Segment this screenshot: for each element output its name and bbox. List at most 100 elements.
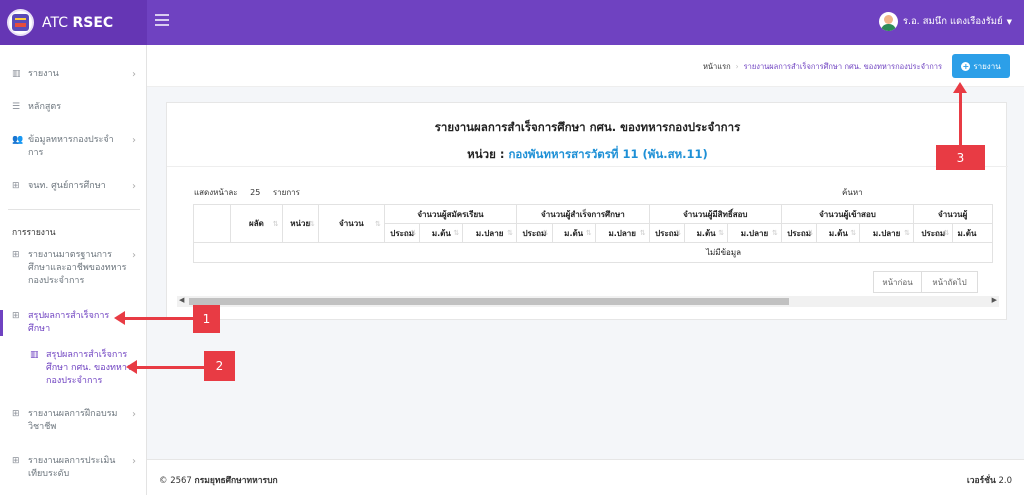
column-header-batch[interactable]: ผลัด ⇅ [230,204,283,243]
breadcrumb-current: รายงานผลการสำเร็จการศึกษา กศน. ของทหารกอ… [743,62,942,71]
column-header-unit[interactable]: หน่วย ⇅ [281,204,319,243]
page-length-control: แสดงหน้าละ 25 รายการ [194,186,300,199]
version-number: 2.0 [998,476,1012,486]
empty-row: ไม่มีข้อมูล [193,242,993,263]
copyright: © 2567 กรมยุทธศึกษาทหารบก [159,473,278,487]
brand-prefix: ATC [42,14,68,31]
sidebar-item-label: สรุปผลการสำเร็จการศึกษา กศน. ของทหารกองป… [46,350,132,386]
items-label: รายการ [272,188,300,197]
annotation-badge-2: 2 [204,351,235,381]
search-label: ค้นหา [842,188,863,197]
bar-chart-icon: ▥ [30,350,39,360]
sidebar: ▥ รายงาน › ☰ หลักสูตร 👥 ข้อมูลทหารกองประ… [0,45,147,495]
divider [8,209,140,210]
page-size-select[interactable]: 25 [250,188,260,197]
column-group-graduates: จำนวนผู้สำเร็จการศึกษา [516,204,650,224]
report-table-wrap: ผลัด ⇅ หน่วย ⇅ จำนวน ⇅ จำนวนผู้สมัครเรียน จ… [193,204,993,266]
column-header-lower-secondary[interactable]: ม.ต้น ⇅ [419,223,464,243]
column-group-eligible: จำนวนผู้มีสิทธิ์สอบ [648,204,782,224]
sidebar-item-label: รายงานมาตรฐานการศึกษาและอาชีพของทหารกองป… [28,250,127,286]
footer: © 2567 กรมยุทธศึกษาทหารบก เวอร์ชั่น 2.0 [147,459,1024,495]
sidebar-item-label: จนท. ศูนย์การศึกษา [28,181,106,191]
column-header-upper-secondary[interactable]: ม.ปลาย ⇅ [462,223,518,243]
column-header-primary[interactable]: ประถม ⇅ [648,223,686,243]
scroll-left-icon[interactable]: ◀ [179,296,184,304]
column-header-count[interactable]: จำนวน ⇅ [317,204,385,243]
sidebar-item-soldiers[interactable]: 👥 ข้อมูลทหารกองประจำการ › [0,134,146,160]
brand-strong: RSEC [72,14,114,31]
brand[interactable]: ATC RSEC [0,0,147,45]
column-header-upper-secondary[interactable]: ม.ปลาย ⇅ [594,223,650,243]
chevron-down-icon: ▼ [1006,17,1012,26]
top-navbar: ATC RSEC ร.อ. สมนึก แดงเรืองรัมย์ ▼ [0,0,1024,45]
annotation-arrow-1 [114,311,195,325]
column-header-lower-secondary[interactable]: ม.ต้น [952,223,993,243]
grid-icon: ⊞ [12,181,20,191]
sidebar-item-curriculum[interactable]: ☰ หลักสูตร [0,101,146,114]
column-group-partial: จำนวนผู้ [913,204,993,224]
next-page-button[interactable]: หน้าถัดไป [921,271,978,293]
column-header-lower-secondary[interactable]: ม.ต้น ⇅ [684,223,729,243]
copyright-org: กรมยุทธศึกษาทหารบก [194,476,278,486]
annotation-badge-1: 1 [193,305,220,333]
section-title: การรายงาน [12,228,56,238]
chevron-right-icon: › [132,250,136,261]
column-header-lower-secondary[interactable]: ม.ต้น ⇅ [816,223,861,243]
breadcrumb-bar: หน้าแรก › รายงานผลการสำเร็จการศึกษา กศน. ข… [147,45,1024,87]
sidebar-item-report[interactable]: ▥ รายงาน › [0,68,146,81]
chevron-right-icon: › [132,409,136,420]
sidebar-item-label: หลักสูตร [28,102,62,112]
sidebar-item-vocational[interactable]: ⊞ รายงานผลการฝึกอบรมวิชาชีพ › [0,408,146,434]
grid-icon: ⊞ [12,250,20,260]
chevron-right-icon: › [132,69,136,80]
sidebar-item-label: รายงาน [28,69,59,79]
report-title: รายงานผลการสำเร็จการศึกษา กศน. ของทหารกอ… [434,120,741,134]
chevron-right-icon: › [132,135,136,146]
sidebar-item-label: รายงานผลการประเมินเทียบระดับ [28,456,116,479]
sidebar-item-assessment[interactable]: ⊞ รายงานผลการประเมินเทียบระดับ › [0,455,146,481]
annotation-badge-3: 3 [936,145,985,170]
report-table: ผลัด ⇅ หน่วย ⇅ จำนวน ⇅ จำนวนผู้สมัครเรียน จ… [193,204,993,263]
chevron-right-icon: › [132,456,136,467]
grid-icon: ⊞ [12,311,20,321]
plus-icon: + [961,61,971,71]
user-name: ร.อ. สมนึก แดงเรืองรัมย์ [902,16,1003,27]
column-header-primary[interactable]: ประถม ⇅ [780,223,818,243]
chevron-right-icon: › [132,181,136,192]
user-menu[interactable]: ร.อ. สมนึก แดงเรืองรัมย์ ▼ [878,12,1012,31]
avatar [878,12,898,31]
scroll-right-icon[interactable]: ▶ [992,296,997,304]
column-header-upper-secondary[interactable]: ม.ปลาย ⇅ [727,223,782,243]
breadcrumb-home[interactable]: หน้าแรก [703,62,731,71]
report-unit: หน่วย : กองพันทหารสารวัตรที่ 11 (พัน.สห.… [167,146,1008,164]
unit-label: หน่วย : [467,147,505,161]
version: เวอร์ชั่น 2.0 [967,473,1012,487]
list-icon: ☰ [12,102,21,112]
row-toggle-header [193,204,232,243]
sidebar-subitem-graduation-nfe[interactable]: ▥ สรุปผลการสำเร็จการศึกษา กศน. ของทหารกอ… [0,349,146,388]
scrollbar-thumb[interactable] [189,298,789,305]
sidebar-item-label: สรุปผลการสำเร็จการศึกษา [28,311,110,334]
version-label: เวอร์ชั่น [966,476,996,486]
sidebar-item-partial [0,47,146,51]
prev-page-button[interactable]: หน้าก่อน [873,271,922,293]
divider [167,166,1008,167]
grid-icon: ⊞ [12,409,20,419]
report-button[interactable]: + รายงาน [952,54,1010,78]
unit-value: กองพันทหารสารวัตรที่ 11 (พัน.สห.11) [508,147,708,161]
sidebar-item-standards[interactable]: ⊞ รายงานมาตรฐานการศึกษาและอาชีพของทหารกอ… [0,249,146,288]
users-icon: 👥 [12,135,24,145]
column-header-primary[interactable]: ประถม ⇅ [913,223,954,243]
column-header-upper-secondary[interactable]: ม.ปลาย ⇅ [859,223,915,243]
report-card: รายงานผลการสำเร็จการศึกษา กศน. ของทหารกอ… [166,102,1008,320]
column-header-primary[interactable]: ประถม ⇅ [383,223,421,243]
column-header-lower-secondary[interactable]: ม.ต้น ⇅ [551,223,596,243]
menu-toggle-icon[interactable] [155,14,169,26]
annotation-arrow-3 [953,82,967,146]
sidebar-item-staff[interactable]: ⊞ จนท. ศูนย์การศึกษา › [0,180,146,193]
horizontal-scrollbar[interactable]: ◀ ▶ [177,296,999,307]
column-header-primary[interactable]: ประถม ⇅ [516,223,553,243]
sidebar-item-label: ข้อมูลทหารกองประจำการ [28,135,114,158]
column-group-applicants: จำนวนผู้สมัครเรียน [383,204,518,224]
breadcrumb: หน้าแรก › รายงานผลการสำเร็จการศึกษา กศน. ข… [702,62,942,71]
